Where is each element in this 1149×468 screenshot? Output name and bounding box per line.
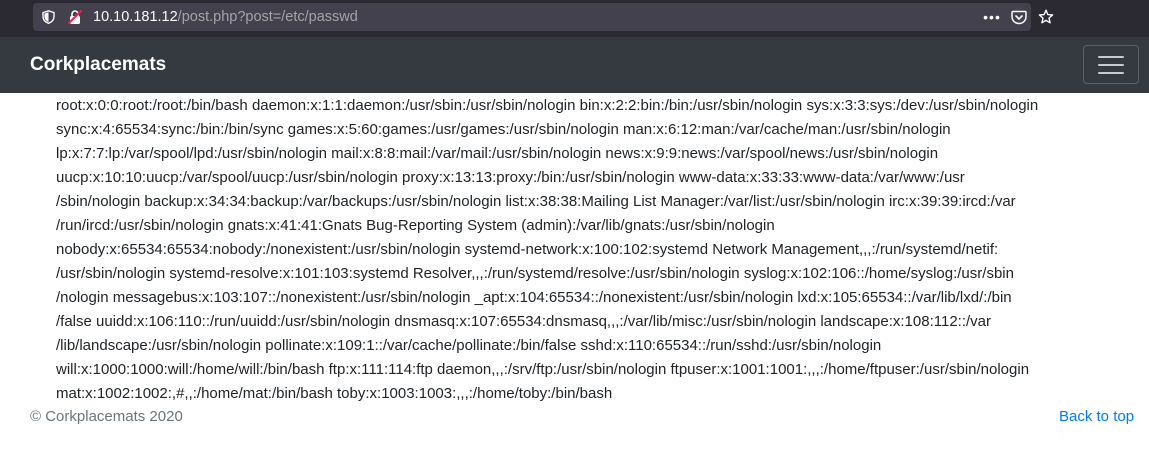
content-line: uucp:x:10:10:uucp:/var/spool/uucp:/usr/s… (56, 169, 965, 186)
navbar-brand[interactable]: Corkplacemats (30, 54, 166, 76)
content-line: /run/ircd:/usr/sbin/nologin gnats:x:41:4… (56, 217, 775, 234)
content-line: /nologin messagebus:x:103:107::/nonexist… (56, 289, 1012, 306)
content-line: mat:x:1002:1002:,#,,:/home/mat:/bin/bash… (56, 385, 613, 402)
url-path: /post.php?post=/etc/passwd (177, 9, 358, 25)
pocket-icon[interactable] (1010, 8, 1028, 26)
navbar-toggler-button[interactable] (1083, 45, 1139, 84)
content-line: nobody:x:65534:65534:nobody:/nonexistent… (56, 241, 999, 258)
url-bar[interactable]: 10.10.181.12/post.php?post=/etc/passwd •… (33, 3, 1054, 31)
site-navbar: Corkplacemats (0, 37, 1149, 93)
copyright-text: © Corkplacemats 2020 (30, 408, 183, 425)
star-icon[interactable] (1037, 8, 1055, 26)
content-line: /lib/landscape:/usr/sbin/nologin pollina… (56, 337, 882, 354)
url-text[interactable]: 10.10.181.12/post.php?post=/etc/passwd (93, 9, 358, 25)
ellipsis-icon[interactable]: ••• (983, 8, 1001, 26)
content-line: /usr/sbin/nologin systemd-resolve:x:101:… (56, 265, 1014, 282)
back-to-top-link[interactable]: Back to top (1059, 408, 1134, 426)
hamburger-icon (1098, 56, 1124, 58)
content-line: /false uuidd:x:106:110::/run/uuidd:/usr/… (56, 313, 992, 330)
content-line: root:x:0:0:root:/root:/bin/bash daemon:x… (56, 97, 1039, 114)
content-line: sync:x:4:65534:sync:/bin:/bin/sync games… (56, 121, 951, 138)
content-line: will:x:1000:1000:will:/home/will:/bin/ba… (56, 361, 1030, 378)
content-line: /sbin/nologin backup:x:34:34:backup:/var… (56, 193, 1016, 210)
shield-icon[interactable] (42, 10, 55, 25)
content-line: lp:x:7:7:lp:/var/spool/lpd:/usr/sbin/nol… (56, 145, 939, 162)
hamburger-icon (1098, 72, 1124, 74)
post-content: root:x:0:0:root:/root:/bin/bash daemon:x… (56, 94, 1116, 406)
browser-toolbar: 10.10.181.12/post.php?post=/etc/passwd •… (0, 0, 1149, 37)
hamburger-icon (1098, 64, 1124, 66)
url-host: 10.10.181.12 (93, 9, 178, 25)
insecure-lock-icon[interactable] (67, 9, 83, 25)
